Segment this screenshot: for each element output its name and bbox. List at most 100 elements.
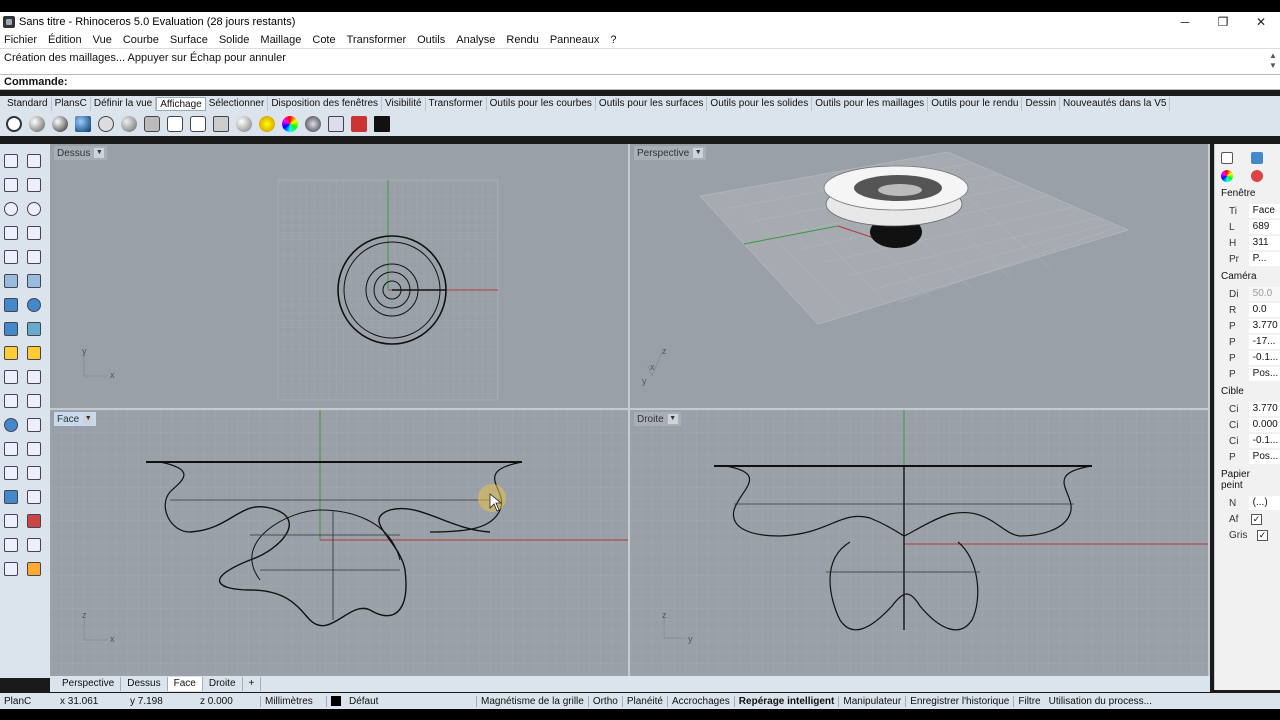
ellipse-icon[interactable]	[27, 202, 41, 216]
analyze-icon[interactable]	[4, 538, 18, 552]
rectangle-icon[interactable]	[27, 226, 41, 240]
menu-help[interactable]: ?	[610, 34, 616, 46]
prop-projection-value[interactable]: P...	[1248, 252, 1280, 266]
prop-target-position-button[interactable]: Pos...	[1248, 450, 1280, 464]
tab-dessin[interactable]: Dessin	[1022, 97, 1061, 111]
rotate-icon[interactable]	[4, 466, 18, 480]
viewport-front[interactable]: z x Face ▼	[50, 410, 628, 676]
chevron-down-icon[interactable]: ▼	[667, 414, 678, 424]
tab-selectionner[interactable]: Sélectionner	[206, 97, 269, 111]
prop-distance-value[interactable]: 50.0	[1248, 287, 1280, 301]
status-planar[interactable]: Planéité	[621, 695, 667, 707]
prop-wallpaper-name-button[interactable]: (...)	[1248, 496, 1280, 510]
prop-target-z-value[interactable]: -0.1...	[1248, 434, 1280, 448]
trim-icon[interactable]	[4, 370, 18, 384]
menu-solide[interactable]: Solide	[219, 34, 250, 46]
viewport-top[interactable]: y x Dessus ▼	[50, 144, 628, 408]
arctic-icon[interactable]	[190, 116, 206, 132]
block-icon[interactable]	[27, 514, 41, 528]
status-layer[interactable]: Défaut	[326, 695, 476, 707]
select-arrow-icon[interactable]	[4, 154, 18, 168]
boolean-icon[interactable]	[4, 418, 18, 432]
curve-icon[interactable]	[27, 178, 41, 192]
box-icon[interactable]	[4, 298, 18, 312]
fillet-icon[interactable]	[27, 418, 41, 432]
menu-analyse[interactable]: Analyse	[456, 34, 495, 46]
tab-plansc[interactable]: PlansC	[52, 97, 91, 111]
prop-rotation-value[interactable]: 0.0	[1248, 303, 1280, 317]
environment-icon[interactable]	[305, 116, 321, 132]
tab-outils-courbes[interactable]: Outils pour les courbes	[487, 97, 596, 111]
text-icon[interactable]	[4, 394, 18, 408]
dimension-icon[interactable]	[27, 346, 41, 360]
tab-outils-rendu[interactable]: Outils pour le rendu	[928, 97, 1023, 111]
menu-surface[interactable]: Surface	[170, 34, 208, 46]
prop-height-value[interactable]: 311	[1248, 236, 1280, 250]
rendered-icon[interactable]	[52, 116, 68, 132]
prop-target-y-value[interactable]: 0.000	[1248, 418, 1280, 432]
close-render-icon[interactable]	[351, 116, 367, 132]
sun-icon[interactable]	[259, 116, 275, 132]
split-icon[interactable]	[27, 370, 41, 384]
prop-target-x-value[interactable]: 3.770	[1248, 402, 1280, 416]
ghosted-icon[interactable]	[75, 116, 91, 132]
move-icon[interactable]	[4, 442, 18, 456]
circle-icon[interactable]	[4, 202, 18, 216]
status-smarttrack[interactable]: Repérage intelligent	[733, 695, 839, 707]
grey-wallpaper-checkbox[interactable]: ✓	[1257, 529, 1268, 541]
viewport-tab-perspective[interactable]: Perspective	[56, 677, 122, 691]
mesh-icon[interactable]	[27, 322, 41, 336]
menu-panneaux[interactable]: Panneaux	[550, 34, 600, 46]
color-properties-icon[interactable]	[1221, 170, 1233, 182]
prop-position-button[interactable]: Pos...	[1248, 367, 1280, 381]
texture-icon[interactable]	[328, 116, 344, 132]
menu-transformer[interactable]: Transformer	[347, 34, 407, 46]
group-icon[interactable]	[27, 490, 41, 504]
prop-pos-y-value[interactable]: -17...	[1248, 335, 1280, 349]
prop-pos-z-value[interactable]: -0.1...	[1248, 351, 1280, 365]
menu-cote[interactable]: Cote	[312, 34, 335, 46]
material-icon[interactable]	[1251, 170, 1263, 182]
viewport-front-title[interactable]: Face ▼	[54, 412, 97, 426]
viewport-perspective-title[interactable]: Perspective ▼	[634, 146, 707, 160]
minimize-button[interactable]: ─	[1166, 12, 1204, 32]
status-ortho[interactable]: Ortho	[587, 695, 622, 707]
status-plane[interactable]: PlanC	[0, 696, 56, 707]
viewport-tab-face[interactable]: Face	[167, 677, 203, 691]
viewport-perspective[interactable]: z x y Perspective ▼	[630, 144, 1208, 408]
restore-button[interactable]: ❐	[1204, 12, 1242, 32]
tab-affichage[interactable]: Affichage	[156, 97, 206, 111]
arc-icon[interactable]	[4, 226, 18, 240]
copy-icon[interactable]	[27, 442, 41, 456]
polygon-icon[interactable]	[4, 250, 18, 264]
light-icon[interactable]	[4, 346, 18, 360]
status-record-history[interactable]: Enregistrer l'historique	[905, 695, 1013, 707]
tab-outils-maillages[interactable]: Outils pour les maillages	[812, 97, 929, 111]
monitor-icon[interactable]	[374, 116, 390, 132]
history-scrollbar[interactable]: ▲ ▼	[1268, 51, 1278, 71]
cylinder-icon[interactable]	[4, 322, 18, 336]
erase-icon[interactable]	[4, 562, 18, 576]
tab-definir-la-vue[interactable]: Définir la vue	[91, 97, 157, 111]
show-wallpaper-checkbox[interactable]: ✓	[1251, 513, 1262, 525]
add-viewport-tab-button[interactable]: +	[243, 677, 262, 691]
tab-visibilite[interactable]: Visibilité	[382, 97, 426, 111]
tab-disposition[interactable]: Disposition des fenêtres	[268, 97, 383, 111]
status-grid-snap[interactable]: Magnétisme de la grille	[476, 695, 588, 707]
menu-courbe[interactable]: Courbe	[123, 34, 159, 46]
viewport-top-title[interactable]: Dessus ▼	[54, 146, 108, 160]
chevron-down-icon[interactable]: ▼	[83, 414, 94, 424]
viewport-right-title[interactable]: Droite ▼	[634, 412, 681, 426]
polyline-icon[interactable]	[4, 178, 18, 192]
color-wheel-icon[interactable]	[282, 116, 298, 132]
point-icon[interactable]	[27, 154, 41, 168]
grid-icon[interactable]	[4, 514, 18, 528]
menu-fichier[interactable]: Fichier	[4, 34, 37, 46]
scale-icon[interactable]	[27, 466, 41, 480]
tab-transformer[interactable]: Transformer	[426, 97, 487, 111]
xray-icon[interactable]	[98, 116, 114, 132]
command-input[interactable]	[71, 76, 1252, 88]
viewport-right[interactable]: z y Droite ▼	[630, 410, 1208, 676]
tab-nouveautes[interactable]: Nouveautés dans la V5	[1060, 97, 1171, 111]
status-filter[interactable]: Filtre	[1013, 695, 1044, 707]
